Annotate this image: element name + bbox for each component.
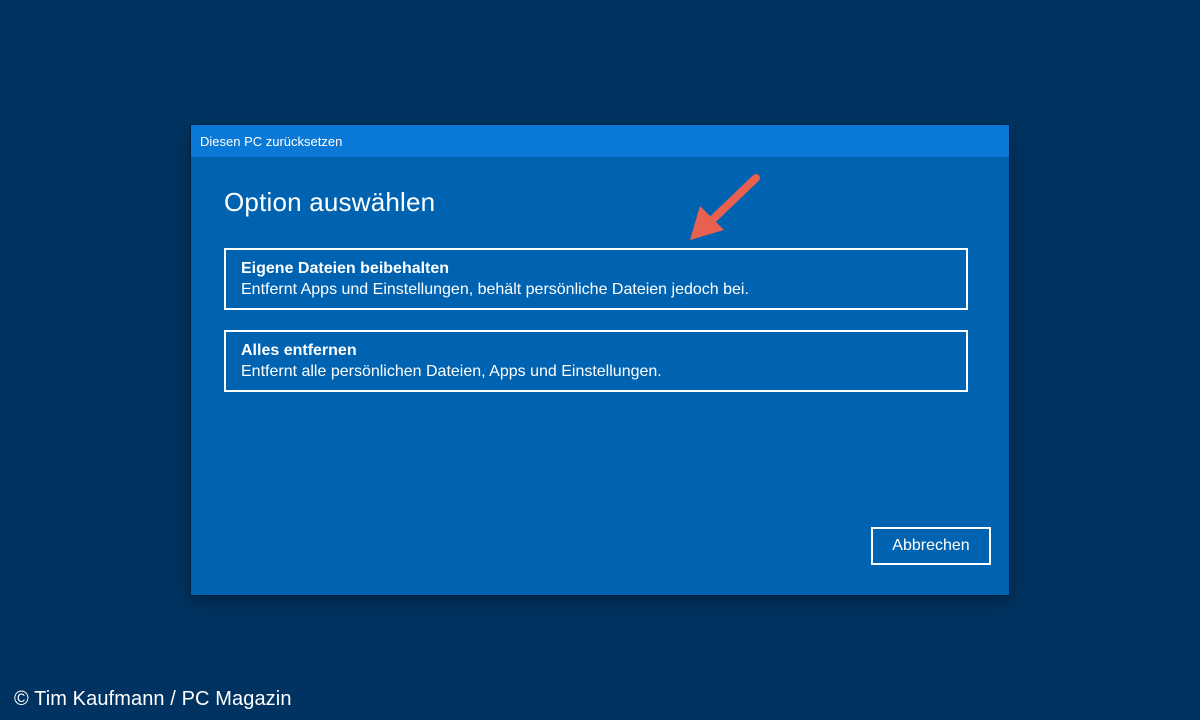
image-credit: © Tim Kaufmann / PC Magazin [14,688,292,710]
option-remove-everything[interactable]: Alles entfernen Entfernt alle persönlich… [224,330,968,392]
dialog-title: Diesen PC zurücksetzen [200,134,343,149]
option-keep-files[interactable]: Eigene Dateien beibehalten Entfernt Apps… [224,248,968,310]
dialog-titlebar: Diesen PC zurücksetzen [191,125,1009,157]
option-remove-everything-description: Entfernt alle persönlichen Dateien, Apps… [241,363,662,380]
dialog-heading: Option auswählen [224,187,436,217]
cancel-button[interactable]: Abbrechen [871,527,991,565]
desktop-background: Diesen PC zurücksetzen Option auswählen … [0,0,1200,720]
option-keep-files-title: Eigene Dateien beibehalten [241,260,450,277]
pointer-arrow-icon [690,174,760,240]
reset-pc-dialog: Diesen PC zurücksetzen Option auswählen … [191,125,1009,595]
option-remove-everything-title: Alles entfernen [241,342,357,359]
option-keep-files-description: Entfernt Apps und Einstellungen, behält … [241,281,749,298]
